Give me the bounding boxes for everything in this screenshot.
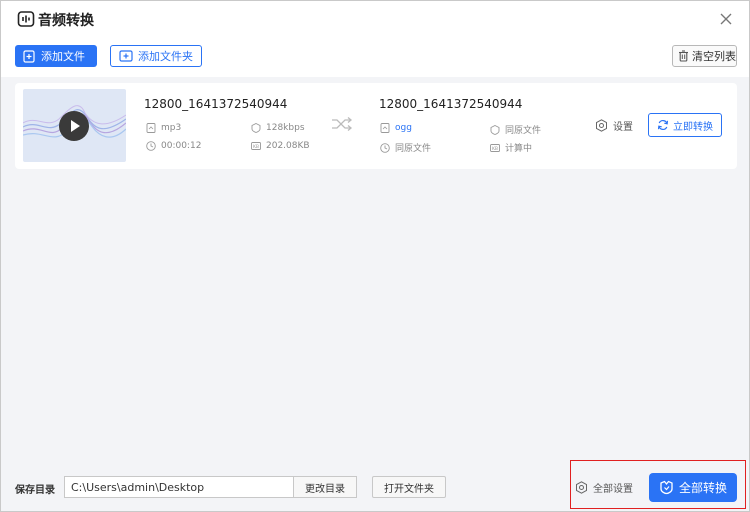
- audio-thumbnail[interactable]: [23, 89, 126, 162]
- convert-all-icon: [660, 480, 673, 495]
- source-format: mp3: [146, 123, 181, 133]
- clear-list-label: 清空列表: [692, 50, 736, 63]
- source-bitrate-value: 128kbps: [266, 123, 305, 133]
- convert-all-button[interactable]: 全部转换: [649, 473, 737, 502]
- audio-convert-window: 音频转换 添加文件 添加文件夹 清空列表 12800_1641372540944…: [0, 0, 750, 512]
- add-file-label: 添加文件: [41, 50, 85, 63]
- add-folder-button[interactable]: 添加文件夹: [110, 45, 202, 67]
- target-size-value: 计算中: [505, 144, 533, 154]
- convert-all-label: 全部转换: [678, 481, 727, 495]
- target-file-name: 12800_1641372540944: [379, 97, 523, 111]
- change-dir-button[interactable]: 更改目录: [293, 476, 357, 498]
- target-format[interactable]: ogg: [380, 123, 412, 133]
- add-file-icon: [23, 49, 35, 63]
- clock-icon: [380, 142, 390, 153]
- source-file-name: 12800_1641372540944: [144, 97, 288, 111]
- add-file-button[interactable]: 添加文件: [15, 45, 97, 67]
- convert-arrow-icon: [332, 117, 353, 131]
- refresh-icon: [657, 119, 669, 131]
- source-duration-value: 00:00:12: [161, 141, 202, 151]
- gear-icon: [596, 119, 607, 132]
- convert-now-label: 立即转换: [673, 121, 713, 133]
- svg-text:KB: KB: [492, 146, 498, 152]
- source-duration: 00:00:12: [146, 141, 201, 151]
- title-bar: 音频转换: [1, 1, 749, 39]
- toolbar: 添加文件 添加文件夹 清空列表: [1, 39, 749, 77]
- save-dir-label: 保存目录: [15, 485, 55, 496]
- close-icon[interactable]: [718, 11, 734, 27]
- add-folder-label: 添加文件夹: [138, 50, 193, 63]
- play-button[interactable]: [59, 111, 89, 141]
- convert-now-button[interactable]: 立即转换: [648, 113, 722, 137]
- file-size-icon: KB: [490, 143, 500, 152]
- target-duration: 同原文件: [380, 141, 431, 154]
- window-title: 音频转换: [38, 13, 94, 29]
- file-size-icon: KB: [251, 142, 261, 150]
- audio-convert-icon: [17, 11, 35, 27]
- file-settings-button[interactable]: 设置: [595, 118, 633, 133]
- file-format-icon: [380, 123, 390, 133]
- file-format-icon: [146, 123, 156, 133]
- file-row: 12800_1641372540944 mp3 128kbps 00:00:12…: [15, 83, 737, 169]
- all-settings-label: 全部设置: [593, 484, 633, 495]
- svg-text:KB: KB: [253, 144, 259, 150]
- clock-icon: [146, 141, 156, 151]
- target-bitrate: 同原文件: [490, 123, 541, 136]
- add-folder-icon: [119, 50, 133, 62]
- file-settings-label: 设置: [613, 122, 633, 133]
- target-format-value: ogg: [395, 123, 412, 133]
- save-dir-input[interactable]: [64, 476, 294, 498]
- target-size: KB 计算中: [490, 141, 532, 154]
- target-bitrate-value: 同原文件: [505, 126, 542, 136]
- gear-icon: [576, 481, 587, 494]
- source-bitrate: 128kbps: [251, 123, 305, 133]
- clear-list-button[interactable]: 清空列表: [672, 45, 737, 67]
- source-format-value: mp3: [161, 123, 182, 133]
- open-folder-button[interactable]: 打开文件夹: [372, 476, 446, 498]
- bitrate-icon: [251, 123, 261, 133]
- trash-icon: [679, 50, 688, 62]
- bitrate-icon: [490, 124, 500, 135]
- all-settings-button[interactable]: 全部设置: [575, 480, 633, 495]
- source-size-value: 202.08KB: [266, 141, 310, 151]
- source-size: KB 202.08KB: [251, 141, 310, 151]
- play-icon: [71, 120, 80, 132]
- target-duration-value: 同原文件: [395, 144, 432, 154]
